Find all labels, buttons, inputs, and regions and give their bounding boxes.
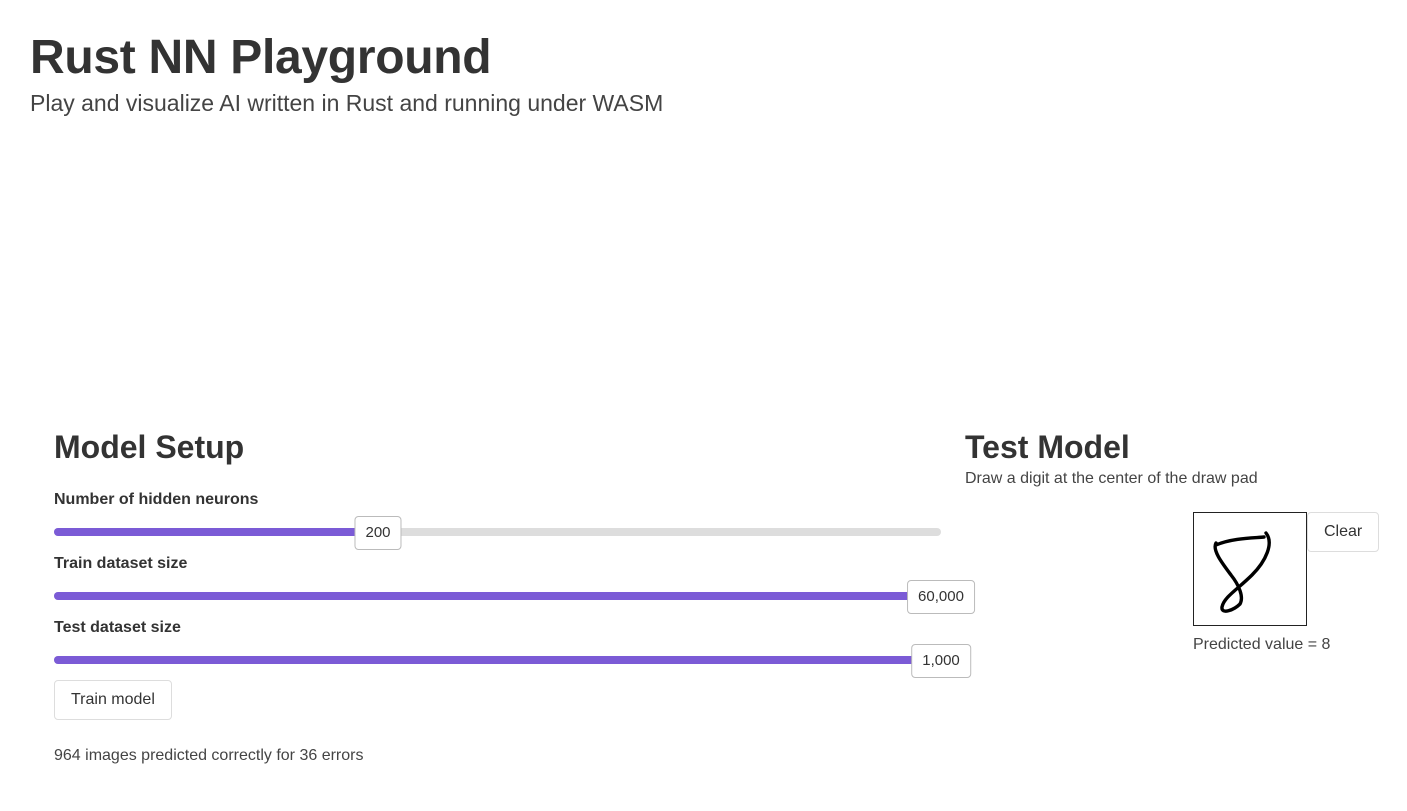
predicted-value-text: Predicted value = 8: [1193, 636, 1331, 653]
hidden-neurons-label: Number of hidden neurons: [54, 491, 259, 508]
training-result-text: 964 images predicted correctly for 36 er…: [54, 747, 364, 764]
slider-value-thumb[interactable]: 1,000: [911, 644, 971, 678]
test-dataset-size-slider[interactable]: 1,000: [54, 640, 971, 680]
test-model-title: Test Model: [965, 429, 1130, 465]
draw-instructions: Draw a digit at the center of the draw p…: [965, 470, 1258, 487]
slider-value-thumb[interactable]: 60,000: [907, 580, 975, 614]
test-dataset-size-label: Test dataset size: [54, 619, 181, 636]
slider-fill: [54, 592, 941, 600]
train-dataset-size-slider[interactable]: 60,000: [54, 576, 975, 616]
train-dataset-size-label: Train dataset size: [54, 555, 188, 572]
slider-value-thumb[interactable]: 200: [354, 516, 402, 550]
slider-fill: [54, 528, 378, 536]
hidden-neurons-slider[interactable]: 200: [54, 512, 941, 552]
draw-pad-canvas[interactable]: [1193, 512, 1307, 626]
model-setup-title: Model Setup: [54, 429, 245, 465]
slider-fill: [54, 656, 941, 664]
page-title: Rust NN Playground: [30, 31, 492, 84]
drawn-digit-stroke: [1213, 531, 1271, 613]
clear-button[interactable]: Clear: [1307, 512, 1380, 552]
train-model-button[interactable]: Train model: [54, 680, 172, 720]
page-subtitle: Play and visualize AI written in Rust an…: [30, 90, 664, 116]
